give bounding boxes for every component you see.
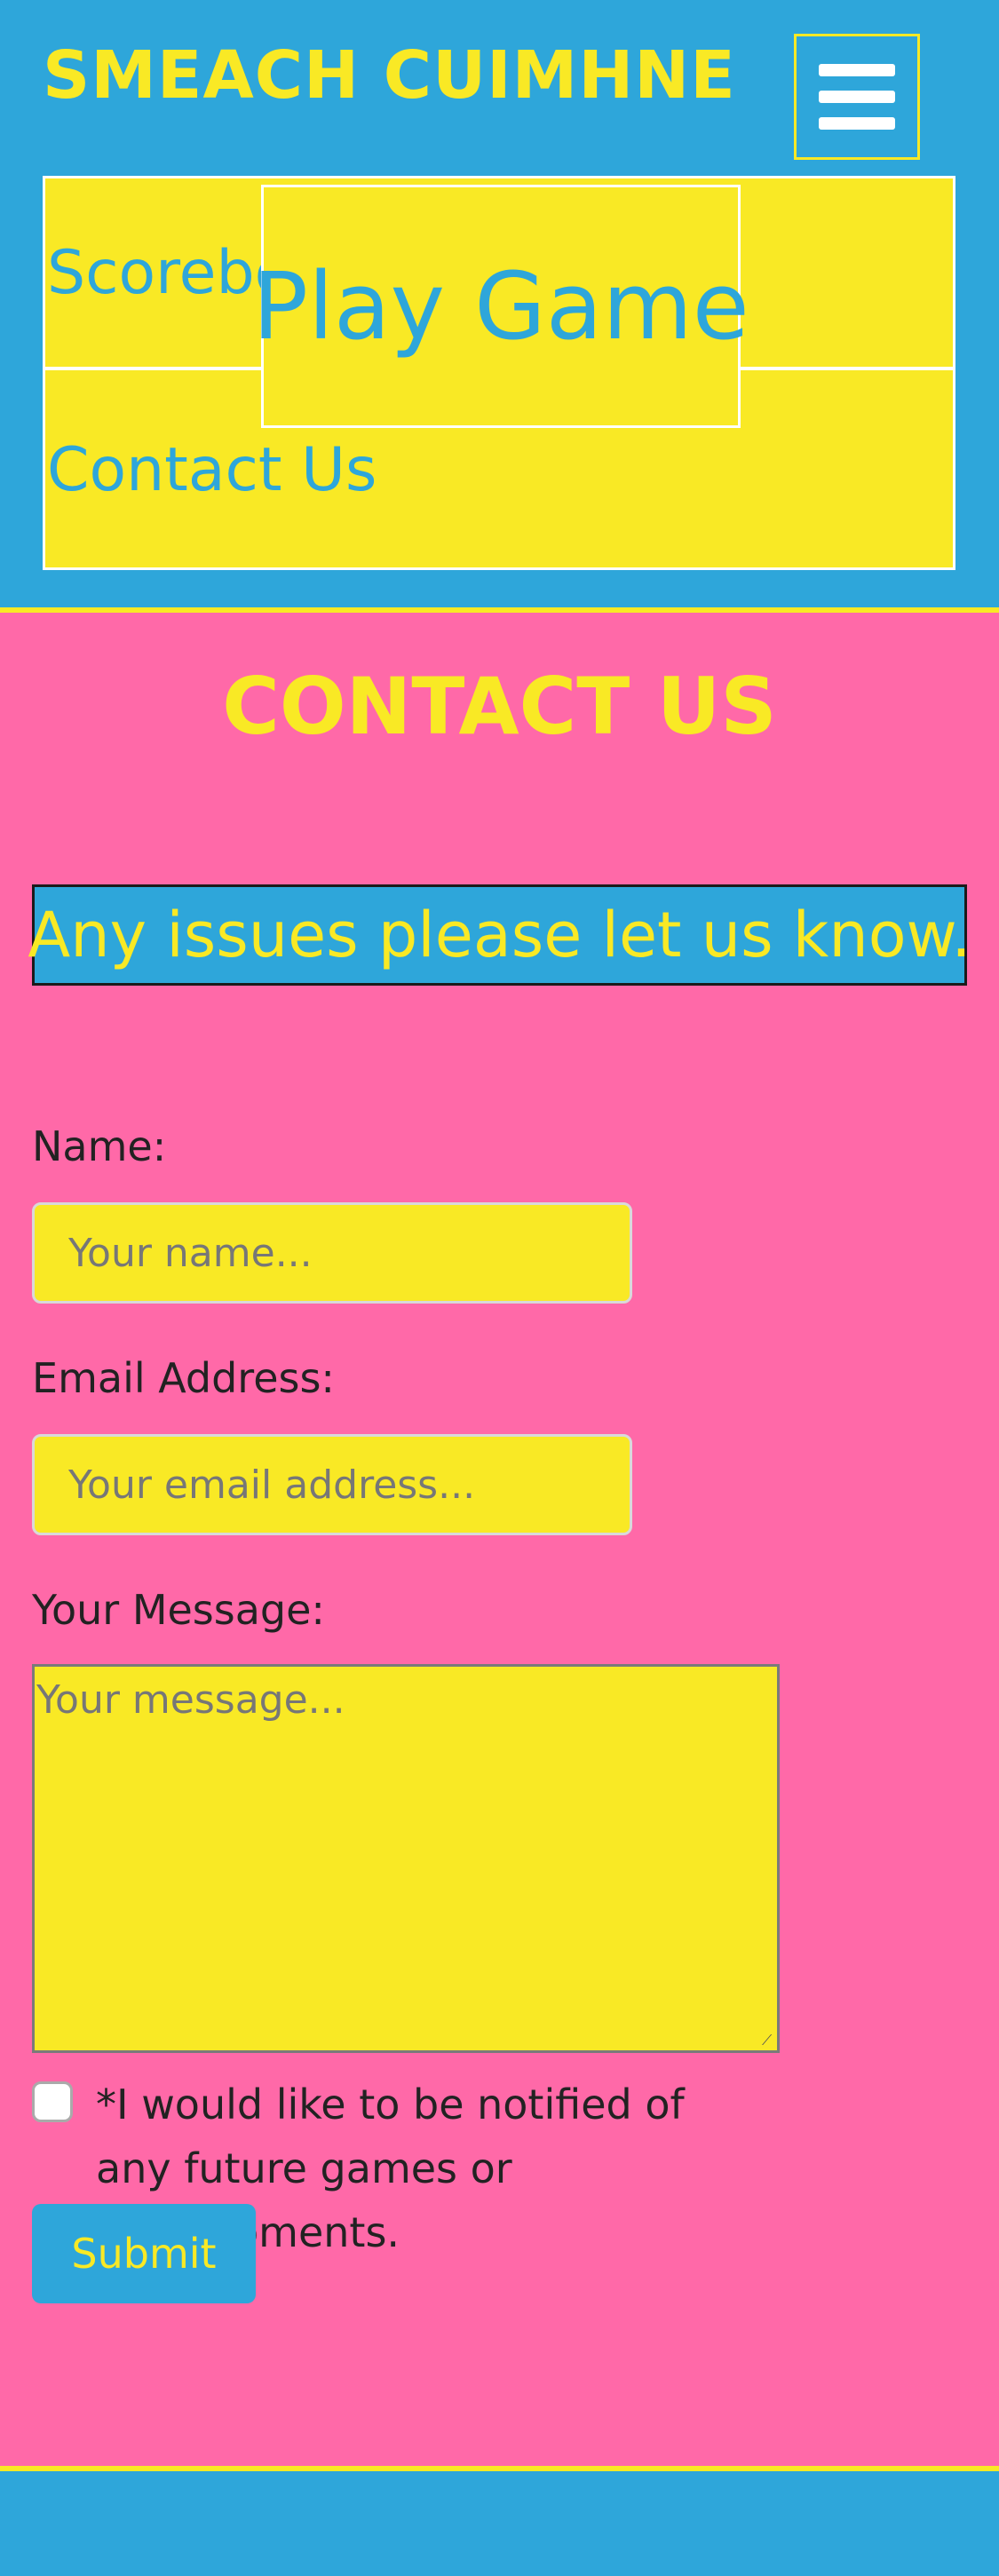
site-brand[interactable]: SMEACH CUIMHNE: [43, 43, 736, 108]
site-header: SMEACH CUIMHNE Scoreboard Contact Us Pla…: [0, 0, 999, 613]
hamburger-menu-icon[interactable]: [794, 34, 920, 160]
resize-grip-icon[interactable]: ⟋: [762, 2034, 774, 2049]
name-input[interactable]: [32, 1202, 632, 1304]
site-footer: [0, 2466, 999, 2576]
menu-bar: [819, 91, 895, 103]
menu-bar: [819, 64, 895, 76]
submit-button[interactable]: Submit: [32, 2204, 256, 2303]
email-label: Email Address:: [32, 1354, 335, 1402]
notify-checkbox[interactable]: [32, 2081, 73, 2122]
menu-bar: [819, 117, 895, 130]
message-textarea[interactable]: [32, 1664, 780, 2053]
nav-item-label: Contact Us: [47, 434, 377, 505]
nav-item-play-game[interactable]: Play Game: [252, 185, 749, 428]
notice-banner: Any issues please let us know.: [28, 884, 971, 986]
message-label: Your Message:: [32, 1586, 325, 1634]
name-label: Name:: [32, 1122, 167, 1170]
email-input[interactable]: [32, 1434, 632, 1535]
page-title: CONTACT US: [222, 661, 777, 752]
